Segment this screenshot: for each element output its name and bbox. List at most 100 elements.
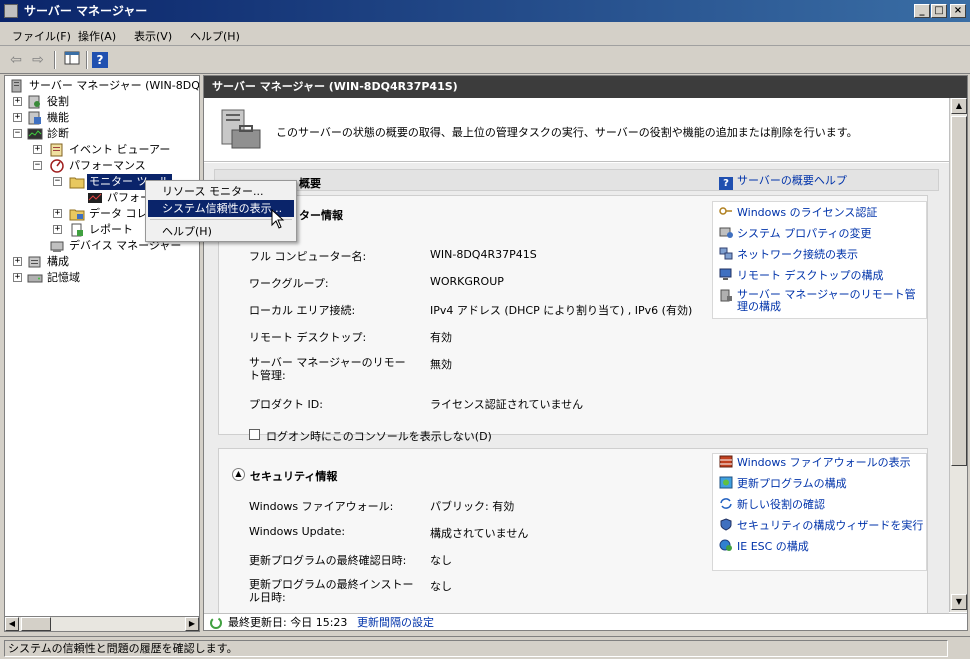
expand-icon[interactable]: + bbox=[13, 113, 22, 122]
menu-help[interactable]: ヘルプ(H) bbox=[186, 26, 244, 46]
system-properties-icon bbox=[719, 227, 733, 238]
key-icon bbox=[719, 207, 732, 215]
collapse-icon[interactable]: − bbox=[33, 161, 42, 170]
product-id-value: ライセンス認証されていません bbox=[430, 398, 584, 411]
windows-activation-link[interactable]: Windows のライセンス認証 bbox=[719, 205, 877, 221]
view-network-connections-link[interactable]: ネットワーク接続の表示 bbox=[719, 247, 858, 263]
expand-icon[interactable]: + bbox=[13, 273, 22, 282]
menu-action[interactable]: 操作(A) bbox=[74, 26, 120, 46]
server-summary-help-link[interactable]: ? サーバーの概要ヘルプ bbox=[719, 173, 847, 190]
check-new-roles-link[interactable]: 新しい役割の確認 bbox=[719, 497, 825, 513]
windows-update-icon bbox=[719, 476, 733, 489]
workgroup-value: WORKGROUP bbox=[430, 275, 504, 288]
ie-esc-icon bbox=[719, 539, 732, 551]
menu-bar: ファイル(F) 操作(A) 表示(V) ヘルプ(H) bbox=[0, 22, 970, 46]
help-icon[interactable]: ? bbox=[92, 52, 108, 68]
tree-horizontal-scrollbar[interactable]: ◀ ▶ bbox=[4, 616, 200, 632]
refresh-arrows-icon bbox=[720, 498, 732, 509]
windows-firewall-value: パブリック: 有効 bbox=[430, 500, 515, 513]
status-text: システムの信頼性と問題の履歴を確認します。 bbox=[4, 640, 948, 657]
toolbar-separator bbox=[54, 51, 56, 69]
workgroup-label: ワークグループ: bbox=[249, 277, 329, 290]
collapse-icon[interactable]: − bbox=[13, 129, 22, 138]
mouse-cursor-icon bbox=[271, 209, 285, 229]
expand-icon[interactable]: + bbox=[13, 97, 22, 106]
scroll-left-icon[interactable]: ◀ bbox=[5, 617, 19, 631]
server-toolbox-icon bbox=[221, 109, 261, 149]
computer-info-title: ター情報 bbox=[299, 209, 343, 222]
details-vertical-scrollbar[interactable]: ▲ ▼ bbox=[949, 98, 967, 612]
help-icon: ? bbox=[719, 177, 733, 190]
status-bar: システムの信頼性と問題の履歴を確認します。 bbox=[0, 636, 970, 659]
remote-management-value: 無効 bbox=[430, 358, 452, 371]
full-computer-name-label: フル コンピューター名: bbox=[249, 250, 367, 263]
context-menu-resource-monitor[interactable]: リソース モニター... bbox=[148, 183, 294, 200]
summary-section-title: 概要 bbox=[299, 177, 321, 190]
configure-updates-link[interactable]: 更新プログラムの構成 bbox=[719, 476, 847, 492]
security-wizard-icon bbox=[720, 518, 732, 531]
security-configuration-wizard-link[interactable]: セキュリティの構成ウィザードを実行 bbox=[719, 518, 923, 534]
remote-desktop-label: リモート デスクトップ: bbox=[249, 331, 367, 344]
event-viewer-icon bbox=[50, 143, 63, 157]
last-installed-label: 更新プログラムの最終インストール日時: bbox=[249, 578, 414, 604]
scroll-down-icon[interactable]: ▼ bbox=[951, 594, 967, 610]
menu-view[interactable]: 表示(V) bbox=[130, 26, 176, 46]
last-installed-value: なし bbox=[430, 580, 452, 593]
server-manager-icon bbox=[720, 289, 732, 302]
logon-console-checkbox[interactable] bbox=[249, 429, 260, 440]
collapse-icon[interactable]: − bbox=[53, 177, 62, 186]
refresh-icon bbox=[210, 617, 222, 629]
change-system-properties-link[interactable]: システム プロパティの変更 bbox=[719, 226, 872, 242]
tree-label: 診断 bbox=[47, 127, 69, 140]
configure-remote-desktop-link[interactable]: リモート デスクトップの構成 bbox=[719, 268, 884, 284]
details-header: サーバー マネージャー (WIN-8DQ4R37P41S) bbox=[204, 76, 967, 98]
toolbar: ⇦ ⇨ ? bbox=[0, 46, 970, 74]
last-updated-text: 最終更新日: 今日 15:23 bbox=[228, 616, 348, 629]
tree-label: 構成 bbox=[47, 255, 69, 268]
maximize-button[interactable]: □ bbox=[931, 4, 947, 18]
performance-monitor-icon bbox=[88, 193, 102, 203]
toolbar-separator bbox=[86, 51, 88, 69]
full-computer-name-value: WIN-8DQ4R37P41S bbox=[430, 248, 537, 261]
local-area-connection-label: ローカル エリア接続: bbox=[249, 304, 356, 317]
scroll-thumb[interactable] bbox=[951, 116, 967, 466]
configure-ie-esc-link[interactable]: IE ESC の構成 bbox=[719, 539, 809, 555]
refresh-interval-link[interactable]: 更新間隔の設定 bbox=[357, 614, 434, 630]
device-manager-icon bbox=[50, 241, 64, 252]
forward-arrow-icon[interactable]: ⇨ bbox=[28, 51, 48, 69]
windows-update-value: 構成されていません bbox=[430, 527, 529, 540]
server-manager-app-icon bbox=[4, 4, 18, 18]
minimize-button[interactable]: _ bbox=[914, 4, 930, 18]
remote-desktop-icon bbox=[719, 268, 732, 280]
diagnostics-icon bbox=[27, 128, 43, 140]
firewall-icon bbox=[719, 455, 733, 468]
menu-file[interactable]: ファイル(F) bbox=[8, 26, 75, 46]
view-windows-firewall-link[interactable]: Windows ファイアウォールの表示 bbox=[719, 455, 911, 471]
network-icon bbox=[719, 247, 733, 260]
back-arrow-icon[interactable]: ⇦ bbox=[6, 51, 26, 69]
tree-label: サーバー マネージャー (WIN-8DQ4F bbox=[29, 79, 200, 92]
logon-console-checkbox-label: ログオン時にこのコンソールを表示しない(D) bbox=[266, 430, 492, 443]
expand-icon[interactable]: + bbox=[13, 257, 22, 266]
folder-icon bbox=[69, 177, 85, 189]
features-icon bbox=[28, 111, 41, 125]
details-pane: サーバー マネージャー (WIN-8DQ4R37P41S) このサーバーの状態の… bbox=[203, 75, 968, 631]
reports-icon bbox=[71, 223, 83, 237]
remote-desktop-value: 有効 bbox=[430, 331, 452, 344]
security-info-title: セキュリティ情報 bbox=[250, 470, 338, 483]
expand-icon[interactable]: + bbox=[53, 209, 62, 218]
show-hide-console-tree-icon[interactable] bbox=[62, 51, 82, 69]
expand-icon[interactable]: + bbox=[33, 145, 42, 154]
configure-remote-management-link[interactable]: サーバー マネージャーのリモート管理の構成 bbox=[719, 289, 924, 313]
close-button[interactable]: × bbox=[950, 4, 966, 18]
data-collector-icon bbox=[69, 209, 85, 221]
scroll-up-icon[interactable]: ▲ bbox=[951, 98, 967, 114]
scroll-thumb[interactable] bbox=[21, 617, 51, 631]
console-tree[interactable]: サーバー マネージャー (WIN-8DQ4F + 役割 + 機能 − 診断 + … bbox=[4, 75, 200, 631]
tree-label: パフォーマンス bbox=[69, 159, 146, 172]
scroll-right-icon[interactable]: ▶ bbox=[185, 617, 199, 631]
expand-icon[interactable]: + bbox=[53, 225, 62, 234]
collapse-section-icon[interactable]: ▲ bbox=[232, 468, 245, 481]
roles-icon bbox=[28, 95, 40, 109]
last-checked-label: 更新プログラムの最終確認日時: bbox=[249, 554, 407, 567]
